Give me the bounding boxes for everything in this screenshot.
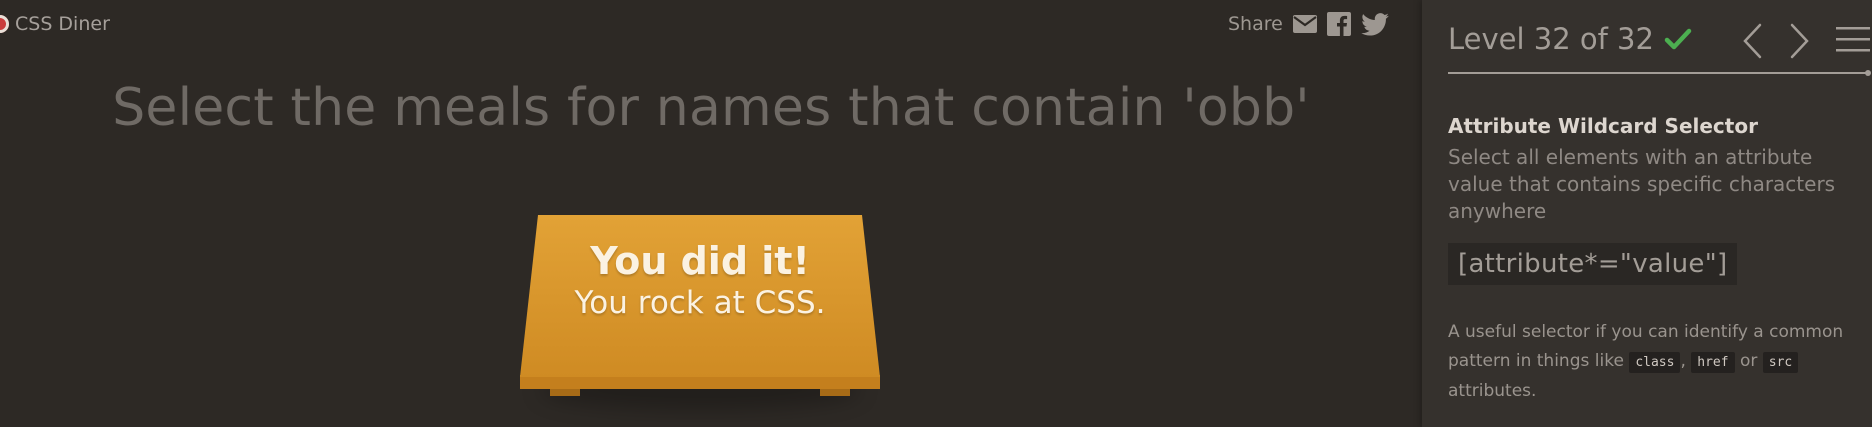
email-icon[interactable] [1292, 15, 1317, 33]
chevron-right-icon [1790, 23, 1809, 59]
win-title: You did it! [590, 239, 810, 283]
facebook-icon[interactable] [1326, 12, 1351, 36]
level-instruction: Select the meals for names that contain … [112, 78, 1310, 138]
level-progress-end [1865, 70, 1871, 76]
game-area: CSS Diner Share Select the meals for nam… [0, 0, 1422, 427]
code-src: src [1762, 352, 1799, 373]
selector-syntax: [attribute*="value"] [1448, 243, 1738, 285]
app-root: CSS Diner Share Select the meals for nam… [0, 0, 1872, 427]
code-class: class [1629, 352, 1681, 373]
hint-separator: , [1680, 351, 1686, 371]
checkmark-icon [1664, 27, 1692, 51]
table: You did it! You rock at CSS. [520, 215, 880, 427]
share-bar: Share [1228, 12, 1389, 36]
code-href: href [1691, 352, 1735, 373]
hint-text-end: attributes. [1448, 381, 1537, 401]
table-edge [520, 375, 880, 389]
selector-hint: A useful selector if you can identify a … [1448, 318, 1858, 406]
chevron-left-icon [1743, 23, 1762, 59]
level-header: Level 32 of 32 [1448, 22, 1692, 56]
share-label: Share [1228, 13, 1283, 35]
hint-separator-or: or [1739, 351, 1758, 371]
level-progress-bar [1448, 70, 1871, 76]
logo-icon [0, 15, 9, 33]
win-message: You did it! You rock at CSS. [520, 239, 880, 323]
level-title: Level 32 of 32 [1448, 22, 1654, 56]
selector-name: Attribute Wildcard Selector [1448, 114, 1758, 138]
level-menu-button[interactable] [1836, 22, 1870, 56]
level-progress-fill [1448, 72, 1868, 74]
logo-label: CSS Diner [15, 13, 110, 35]
hamburger-menu-icon [1836, 27, 1870, 52]
twitter-icon[interactable] [1361, 12, 1389, 36]
win-subtitle: You rock at CSS. [574, 285, 826, 321]
next-level-button[interactable] [1788, 22, 1812, 60]
selector-description: Select all elements with an attribute va… [1448, 145, 1836, 223]
sidebar: Level 32 of 32 Attribute Wildcard Select… [1422, 0, 1872, 427]
previous-level-button[interactable] [1740, 22, 1764, 60]
logo[interactable]: CSS Diner [0, 13, 110, 35]
